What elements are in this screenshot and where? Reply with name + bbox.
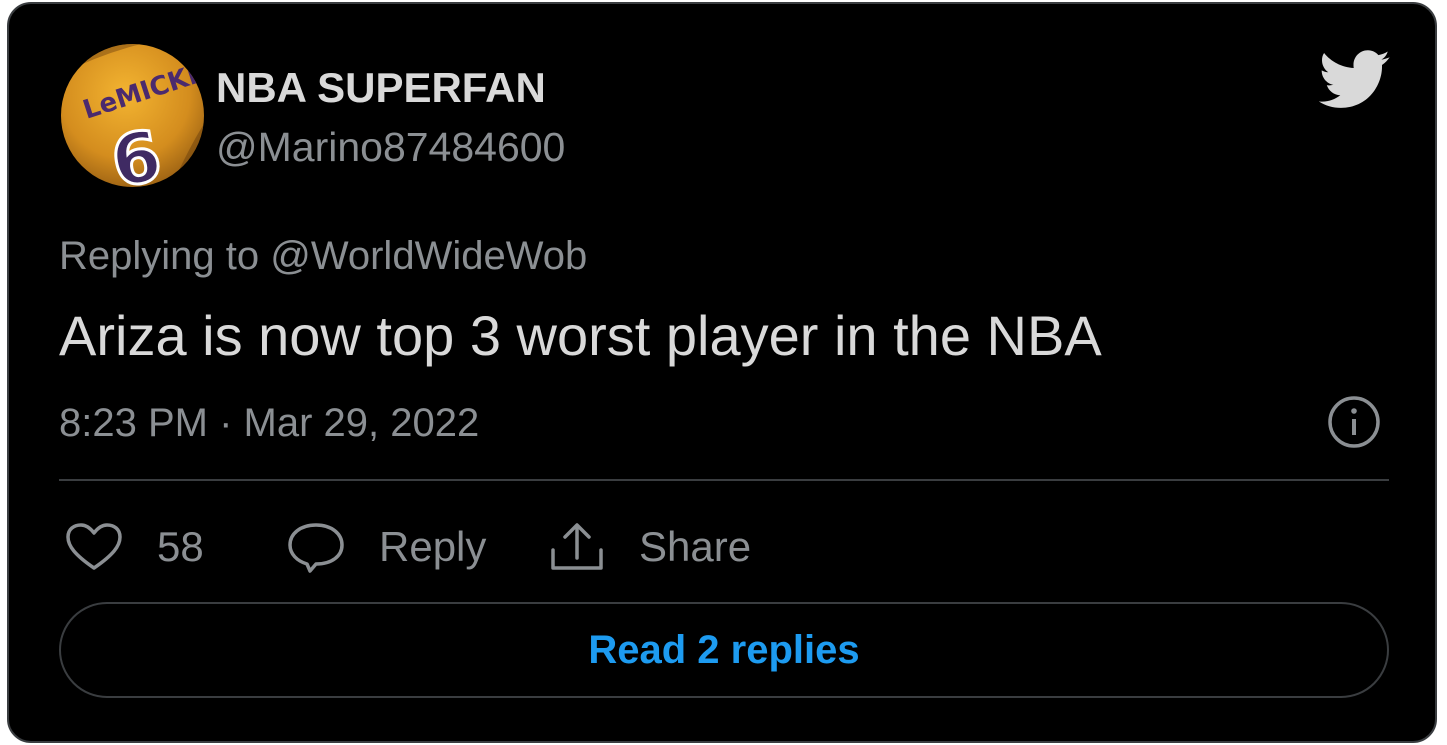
avatar[interactable]: LeMICKEY 6: [61, 44, 204, 187]
read-replies-label: Read 2 replies: [588, 627, 860, 672]
divider: [59, 479, 1389, 481]
author-display-name[interactable]: NBA SUPERFAN: [216, 64, 546, 112]
tweet-card: LeMICKEY 6 NBA SUPERFAN @Marino87484600 …: [7, 2, 1437, 743]
twitter-bird-icon[interactable]: [1318, 50, 1391, 110]
like-button[interactable]: 58: [65, 514, 204, 580]
reply-button[interactable]: Reply: [286, 514, 486, 580]
reply-label: Reply: [379, 523, 487, 570]
share-button[interactable]: Share: [549, 514, 751, 580]
heart-icon: [66, 523, 122, 570]
info-icon[interactable]: [1327, 395, 1381, 449]
share-label: Share: [639, 523, 752, 570]
replying-to[interactable]: Replying to @WorldWideWob: [59, 234, 587, 279]
jersey-avatar-image: LeMICKEY 6: [61, 44, 204, 187]
tweet-timestamp[interactable]: 8:23 PM · Mar 29, 2022: [59, 401, 479, 446]
like-count: 58: [157, 523, 204, 570]
speech-bubble-icon: [288, 523, 344, 573]
read-replies-button[interactable]: Read 2 replies: [59, 602, 1389, 698]
tweet-text: Ariza is now top 3 worst player in the N…: [59, 304, 1102, 367]
author-handle[interactable]: @Marino87484600: [216, 124, 565, 171]
upload-icon: [551, 523, 603, 570]
